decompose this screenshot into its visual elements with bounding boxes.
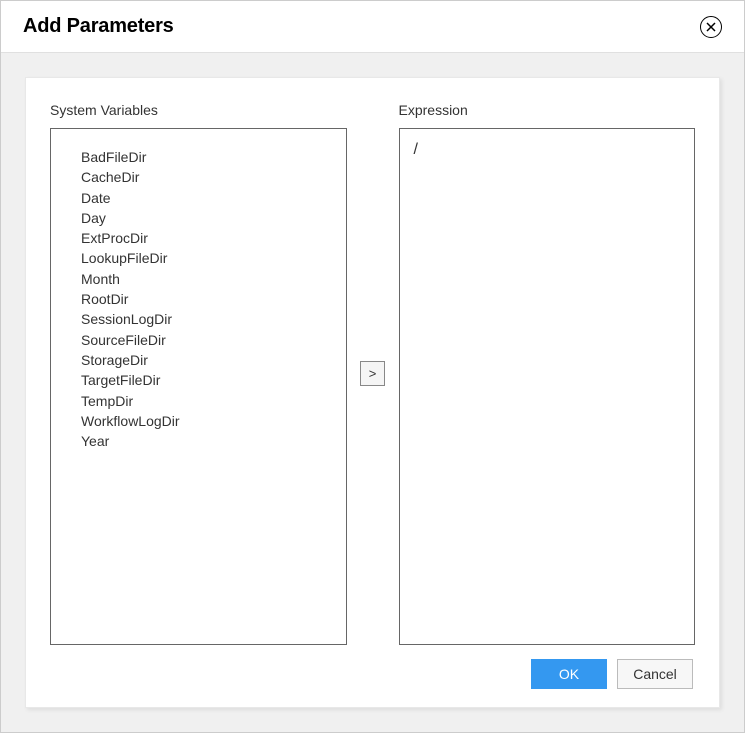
list-item[interactable]: Month [81,269,336,289]
transfer-right-button[interactable]: > [360,361,385,386]
add-parameters-dialog: Add Parameters System Variables BadFileD… [0,0,745,733]
list-item[interactable]: CacheDir [81,167,336,187]
system-variables-label: System Variables [50,102,347,118]
list-item[interactable]: StorageDir [81,350,336,370]
expression-textarea[interactable] [399,128,696,645]
system-variables-listbox[interactable]: BadFileDirCacheDirDateDayExtProcDirLooku… [50,128,347,645]
list-item[interactable]: RootDir [81,289,336,309]
cancel-button[interactable]: Cancel [617,659,693,689]
dialog-body: System Variables BadFileDirCacheDirDateD… [1,53,744,732]
list-item[interactable]: SourceFileDir [81,330,336,350]
button-row: OK Cancel [50,645,695,689]
content-panel: System Variables BadFileDirCacheDirDateD… [25,77,720,708]
list-item[interactable]: TempDir [81,391,336,411]
ok-button[interactable]: OK [531,659,607,689]
close-button[interactable] [700,16,722,38]
list-item[interactable]: ExtProcDir [81,228,336,248]
list-item[interactable]: Year [81,431,336,451]
list-item[interactable]: BadFileDir [81,147,336,167]
transfer-column: > [359,102,387,645]
system-variables-column: System Variables BadFileDirCacheDirDateD… [50,102,347,645]
list-item[interactable]: SessionLogDir [81,309,336,329]
dialog-header: Add Parameters [1,1,744,53]
columns: System Variables BadFileDirCacheDirDateD… [50,102,695,645]
expression-label: Expression [399,102,696,118]
list-item[interactable]: WorkflowLogDir [81,411,336,431]
dialog-title: Add Parameters [23,15,174,38]
close-icon [706,22,716,32]
list-item[interactable]: Date [81,188,336,208]
expression-column: Expression [399,102,696,645]
list-item[interactable]: LookupFileDir [81,248,336,268]
list-item[interactable]: TargetFileDir [81,370,336,390]
list-item[interactable]: Day [81,208,336,228]
